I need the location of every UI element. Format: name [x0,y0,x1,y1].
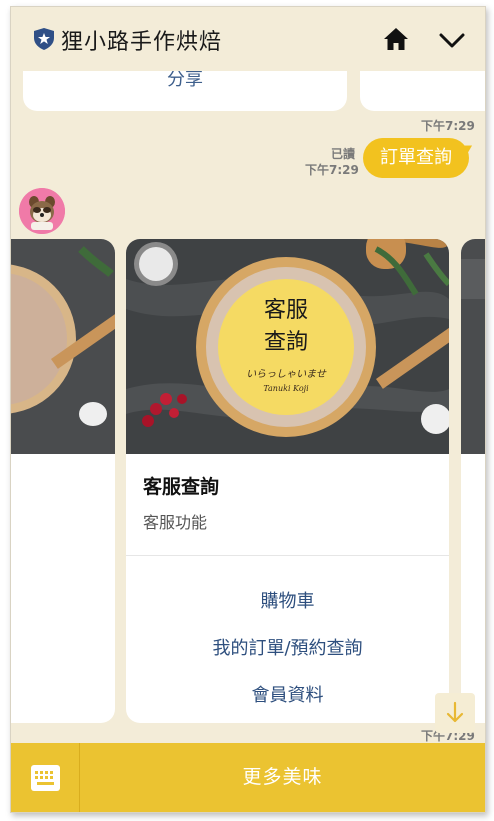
scroll-down-button[interactable] [435,693,475,733]
home-icon[interactable] [383,27,409,51]
rich-menu-bar: 更多美味 [11,743,485,812]
timestamp: 下午7:29 [305,163,359,177]
image-brand: Tanuki Koji [263,384,309,393]
keyboard-toggle[interactable] [11,743,79,812]
card-image [461,239,485,454]
more-menu-button[interactable]: 更多美味 [80,743,485,812]
card-subtitle: 客服功能 [143,513,208,532]
read-receipt: 已讀 [331,147,356,161]
carousel-card-previous[interactable] [11,239,115,723]
cart-action[interactable]: 購物車 [126,587,449,613]
shield-icon [34,28,54,50]
bot-avatar[interactable] [19,188,65,234]
keyboard-icon [31,765,60,791]
arrow-down-icon [446,701,464,723]
chat-header: 狸小路手作烘焙 [11,7,485,71]
member-info-action[interactable]: 會員資料 [126,681,449,707]
order-query-action[interactable]: 我的訂單/預約查詢 [126,634,449,660]
card-image: 客服 查詢 いらっしゃいませ Tanuki Koji [126,239,449,454]
image-script: いらっしゃいませ [246,369,327,380]
carousel-card-next[interactable] [461,239,485,723]
image-text-line2: 查詢 [264,330,308,355]
card-title: 客服查詢 [143,476,220,498]
chevron-down-icon[interactable] [439,33,465,49]
chat-title: 狸小路手作烘焙 [61,30,223,55]
image-text-line1: 客服 [264,298,308,323]
card-divider [126,555,449,556]
raccoon-icon [19,188,65,234]
card-image [11,239,115,454]
timestamp: 下午7:29 [421,119,475,133]
user-message-bubble: 訂單查詢 [363,138,469,178]
chat-window: 分享 狸小路手作烘焙 下午7:29 已讀 下午7:29 訂單查詢 客服 查詢 い… [10,6,486,813]
carousel-card-customer-service[interactable]: 客服 查詢 いらっしゃいませ Tanuki Koji 客服查詢 客服功能 購物車… [126,239,449,723]
